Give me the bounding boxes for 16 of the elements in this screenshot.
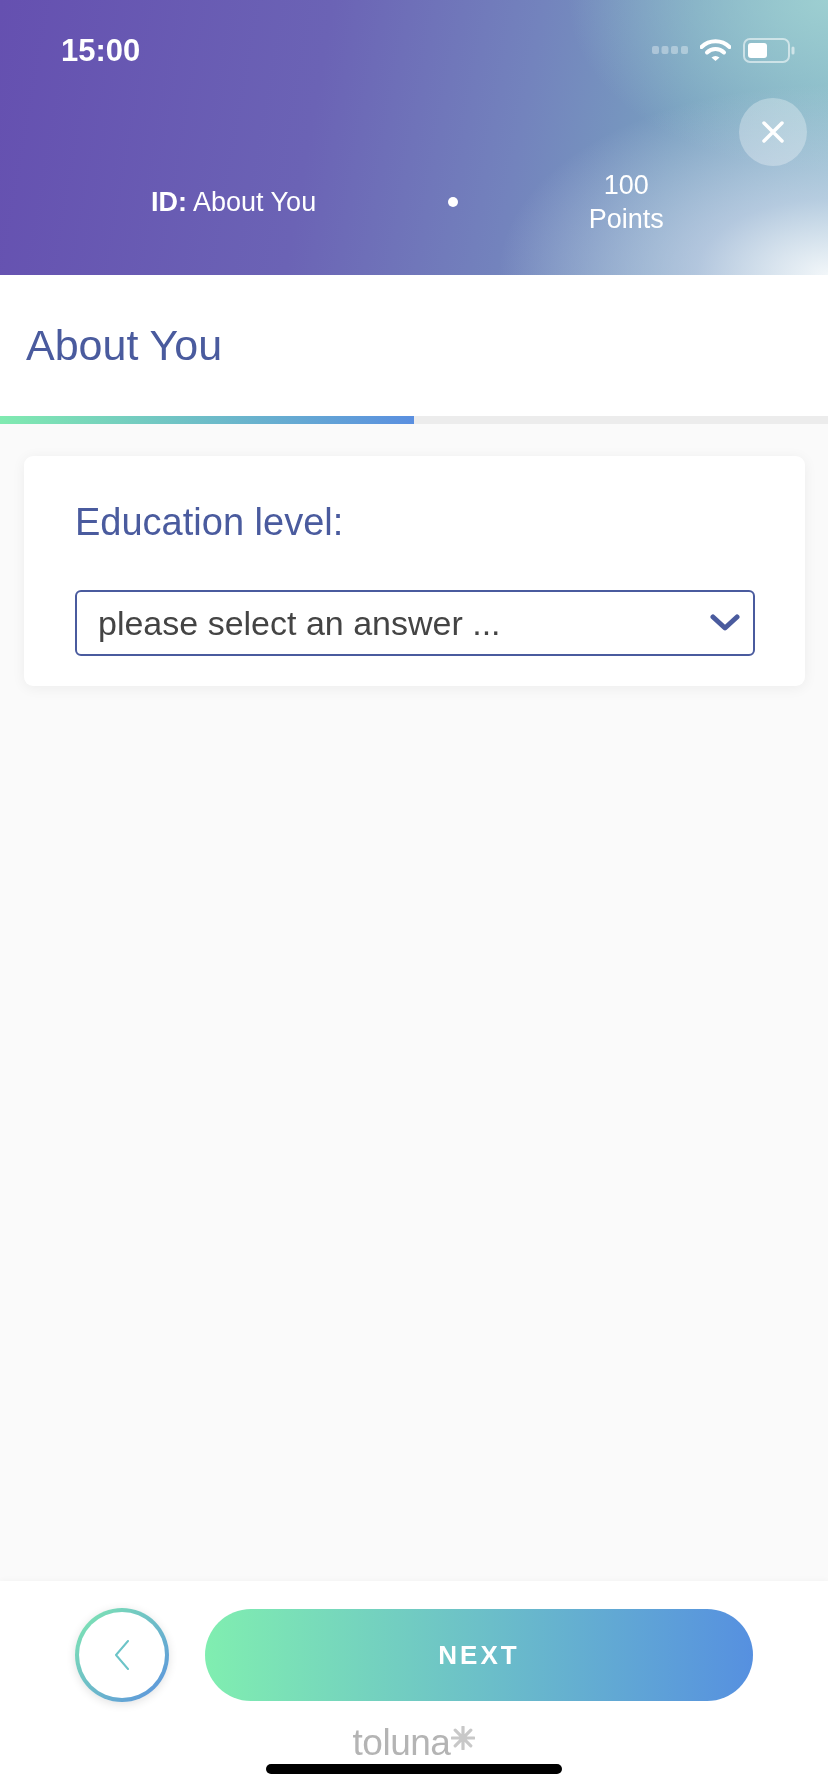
points-label: Points <box>587 203 665 236</box>
separator-dot-icon <box>448 197 459 207</box>
signal-icon <box>652 46 688 54</box>
logo-text: toluna <box>352 1726 451 1760</box>
points-value: 100 <box>602 169 650 202</box>
survey-id-text: ID: About You <box>151 186 317 219</box>
chevron-left-icon <box>114 1640 130 1670</box>
battery-icon <box>743 37 795 63</box>
asterisk-icon <box>451 1726 476 1750</box>
answer-dropdown[interactable]: please select an answer ... <box>75 590 755 656</box>
question-label: Education level: <box>75 500 345 545</box>
wifi-icon <box>700 39 731 61</box>
close-icon <box>762 121 784 143</box>
status-time: 15:00 <box>61 34 141 66</box>
chevron-down-icon <box>710 614 740 632</box>
page-title: About You <box>26 320 224 370</box>
